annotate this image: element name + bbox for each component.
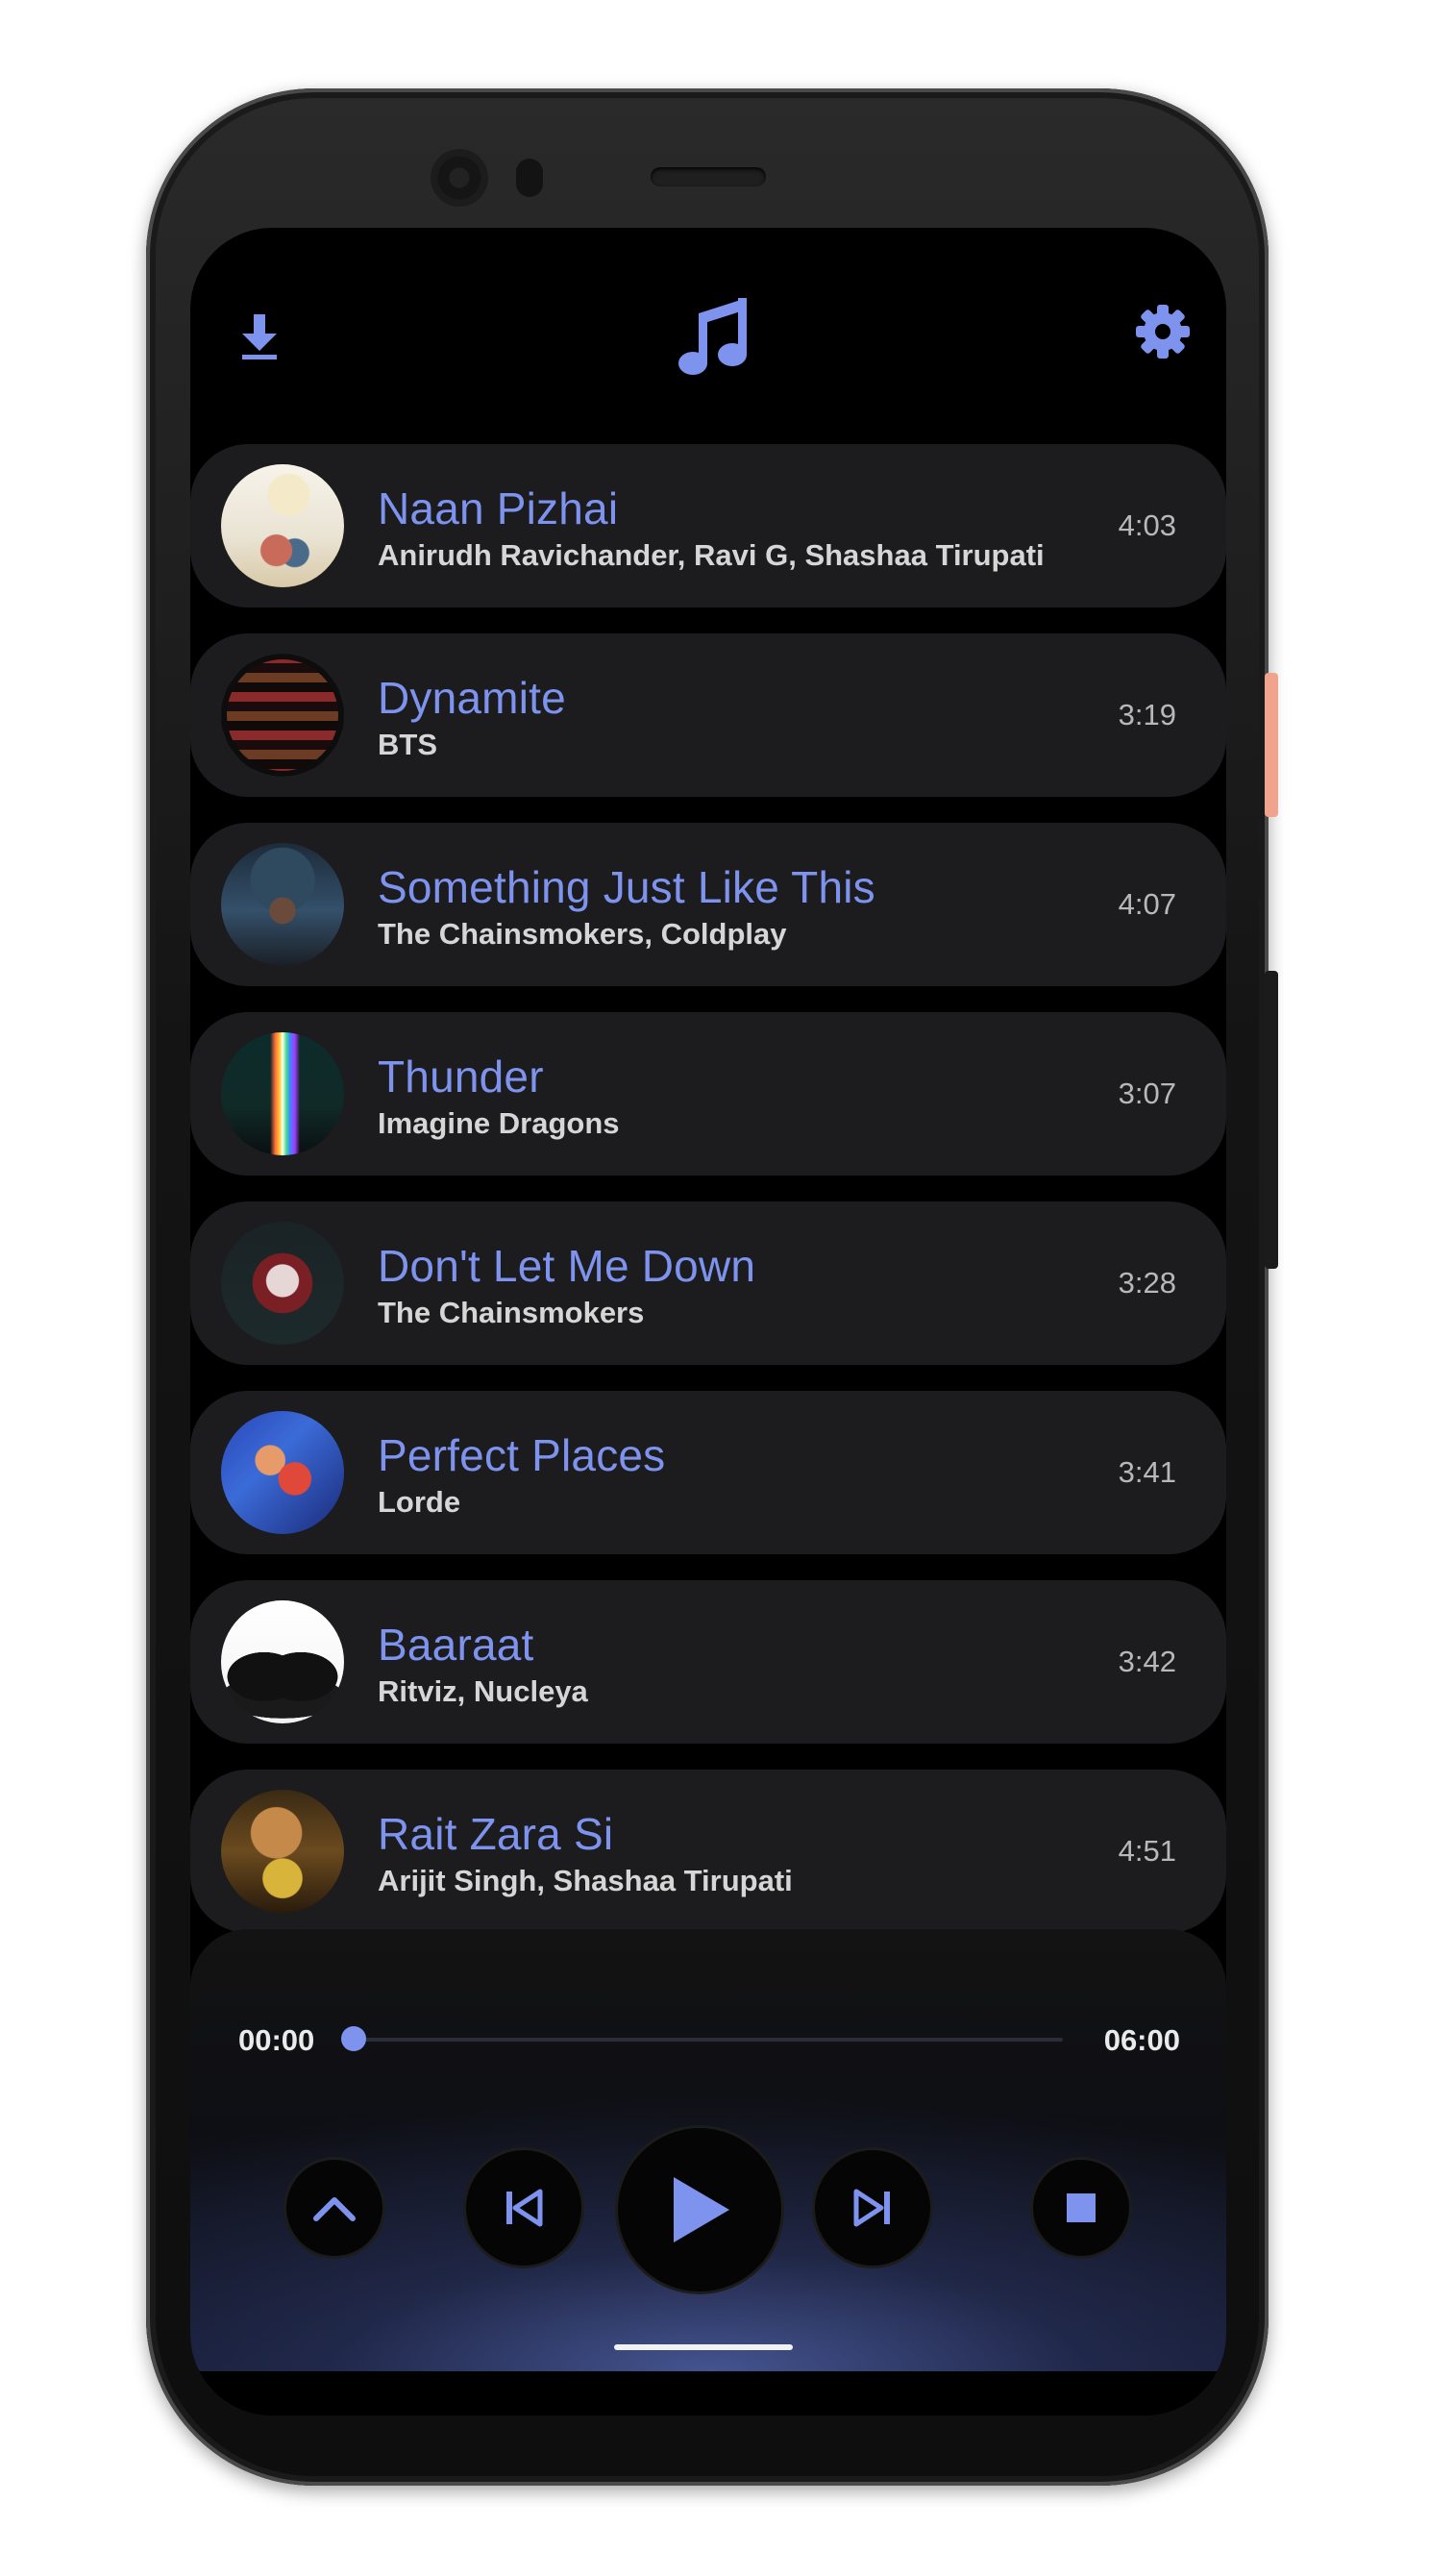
- song-artist: Arijit Singh, Shashaa Tirupati: [378, 1864, 793, 1897]
- play-icon: [674, 2177, 729, 2242]
- song-item[interactable]: Baaraat Ritviz, Nucleya 3:42: [190, 1580, 1226, 1744]
- power-button: [1265, 673, 1278, 817]
- song-item[interactable]: Dynamite BTS 3:19: [190, 633, 1226, 797]
- song-duration: 3:41: [1118, 1455, 1176, 1489]
- previous-button[interactable]: [466, 2150, 581, 2266]
- song-artist: Lorde: [378, 1485, 461, 1519]
- song-title: Rait Zara Si: [378, 1809, 614, 1859]
- song-artist: The Chainsmokers: [378, 1296, 645, 1329]
- album-art: [221, 1600, 344, 1723]
- expand-button[interactable]: [286, 2160, 382, 2256]
- proximity-sensor: [516, 159, 543, 197]
- album-art: [221, 1790, 344, 1913]
- play-button[interactable]: [618, 2128, 781, 2291]
- skip-previous-icon: [506, 2189, 543, 2227]
- album-art: [221, 1411, 344, 1534]
- song-duration: 4:51: [1118, 1834, 1176, 1868]
- song-duration: 3:28: [1118, 1266, 1176, 1300]
- album-art: [221, 1032, 344, 1155]
- song-artist: Ritviz, Nucleya: [378, 1674, 588, 1708]
- earpiece-speaker: [651, 167, 766, 186]
- song-item[interactable]: Perfect Places Lorde 3:41: [190, 1391, 1226, 1554]
- song-title: Thunder: [378, 1052, 544, 1102]
- song-item[interactable]: Naan Pizhai Anirudh Ravichander, Ravi G,…: [190, 444, 1226, 607]
- app-screen: Naan Pizhai Anirudh Ravichander, Ravi G,…: [190, 228, 1226, 2415]
- album-art: [221, 654, 344, 777]
- stop-button[interactable]: [1033, 2160, 1129, 2256]
- total-time: 06:00: [1103, 2023, 1180, 2057]
- album-art: [221, 1222, 344, 1345]
- album-art: [221, 464, 344, 587]
- next-button[interactable]: [815, 2150, 930, 2266]
- seek-thumb[interactable]: [341, 2026, 366, 2051]
- song-duration: 3:19: [1118, 698, 1176, 731]
- song-title: Baaraat: [378, 1620, 534, 1670]
- song-artist: Anirudh Ravichander, Ravi G, Shashaa Tir…: [378, 538, 1045, 572]
- seek-bar[interactable]: [354, 2038, 1063, 2042]
- chevron-up-icon: [313, 2197, 356, 2221]
- song-item[interactable]: Thunder Imagine Dragons 3:07: [190, 1012, 1226, 1176]
- home-indicator[interactable]: [614, 2344, 793, 2350]
- album-art: [221, 843, 344, 966]
- song-duration: 3:07: [1118, 1077, 1176, 1110]
- song-artist: BTS: [378, 728, 437, 761]
- front-camera: [431, 149, 488, 207]
- song-title: Perfect Places: [378, 1430, 666, 1480]
- skip-next-icon: [853, 2189, 890, 2227]
- stop-icon: [1067, 2193, 1096, 2222]
- song-item[interactable]: Something Just Like This The Chainsmoker…: [190, 823, 1226, 986]
- song-duration: 3:42: [1118, 1645, 1176, 1678]
- song-duration: 4:07: [1118, 887, 1176, 921]
- current-time: 00:00: [238, 2023, 315, 2057]
- download-icon[interactable]: [231, 303, 288, 370]
- player-panel: 00:00 06:00: [190, 1929, 1226, 2371]
- song-artist: Imagine Dragons: [378, 1106, 620, 1140]
- song-title: Dynamite: [378, 673, 566, 723]
- music-note-icon: [671, 287, 757, 384]
- top-bar: [190, 228, 1226, 439]
- song-artist: The Chainsmokers, Coldplay: [378, 917, 787, 951]
- gear-icon[interactable]: [1132, 301, 1194, 362]
- navigation-bar: [190, 2371, 1226, 2415]
- song-title: Naan Pizhai: [378, 483, 619, 533]
- volume-button: [1265, 971, 1278, 1269]
- song-title: Something Just Like This: [378, 862, 875, 912]
- song-item[interactable]: Rait Zara Si Arijit Singh, Shashaa Tirup…: [190, 1770, 1226, 1933]
- song-item[interactable]: Don't Let Me Down The Chainsmokers 3:28: [190, 1201, 1226, 1365]
- song-title: Don't Let Me Down: [378, 1241, 756, 1291]
- song-duration: 4:03: [1118, 508, 1176, 542]
